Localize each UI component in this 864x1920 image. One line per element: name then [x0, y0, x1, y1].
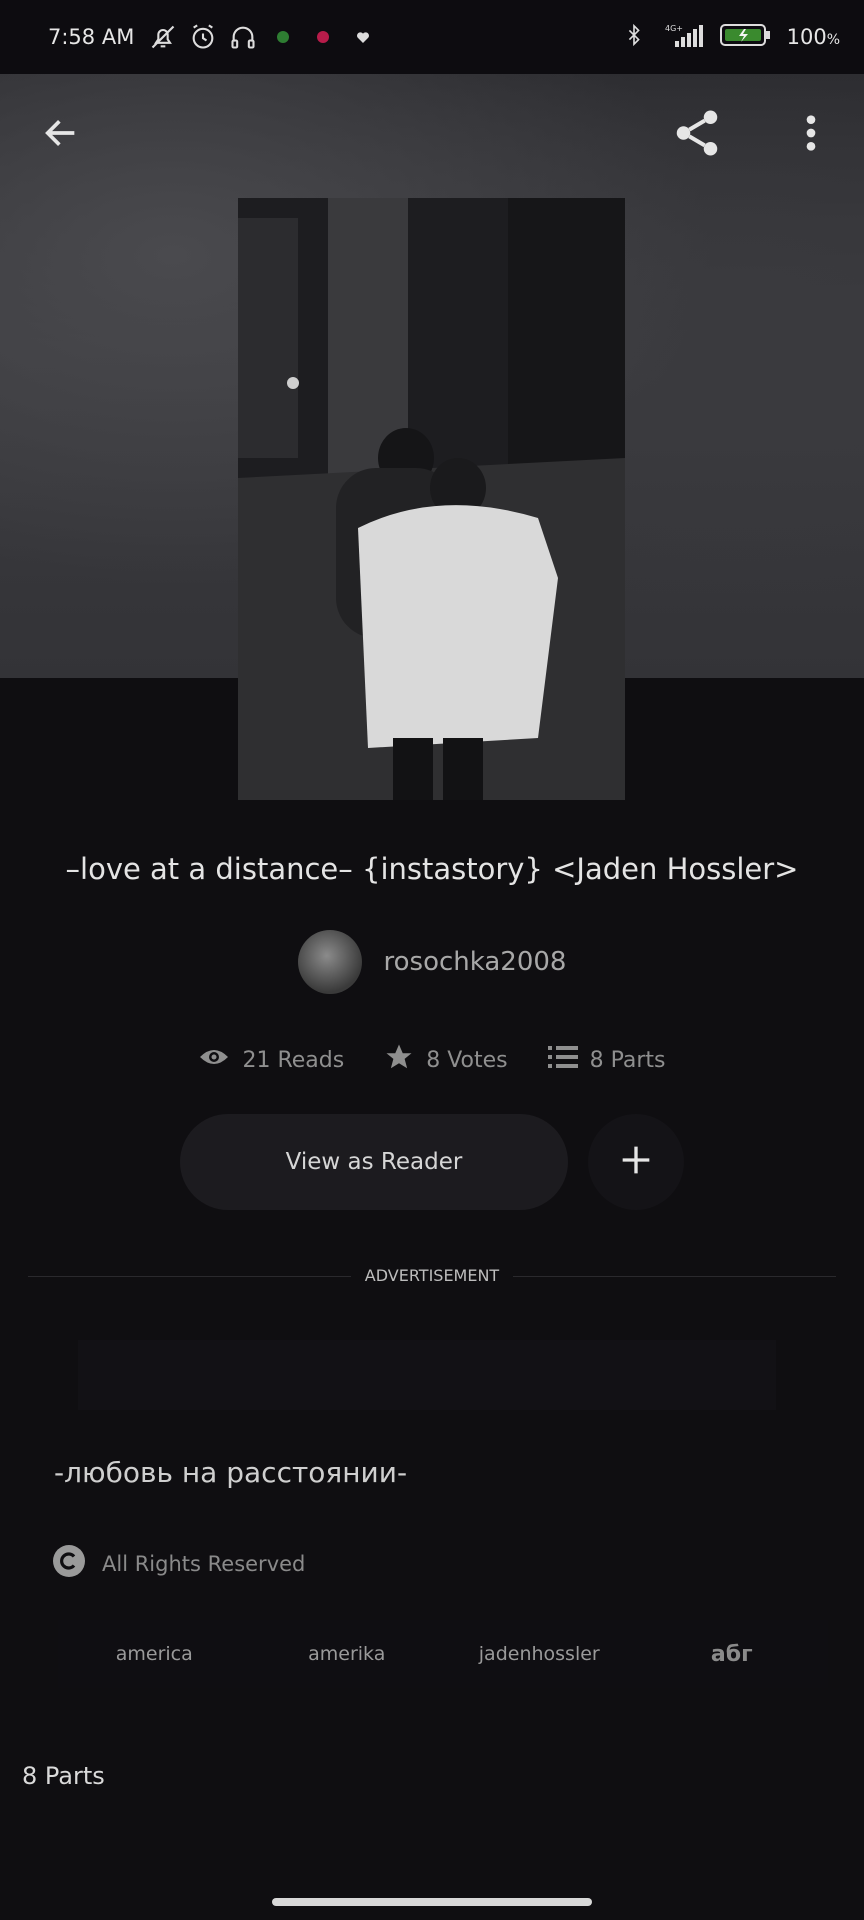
status-bar: 7:58 AM 4G+ 100% [0, 0, 864, 74]
view-as-reader-label: View as Reader [285, 1149, 463, 1175]
plus-icon [616, 1140, 656, 1184]
tag-chip[interactable]: america [58, 1620, 251, 1688]
votes-stat: 8 Votes [384, 1042, 508, 1078]
tag-chip[interactable]: amerika [250, 1620, 443, 1688]
tag-chip[interactable]: абг [635, 1620, 828, 1688]
battery-percent: 100% [787, 25, 840, 49]
bluetooth-icon [623, 21, 645, 54]
parts-stat: 8 Parts [547, 1044, 666, 1076]
story-cover-image[interactable] [238, 198, 625, 800]
signal-icon: 4G+ [659, 21, 705, 54]
license-label: All Rights Reserved [102, 1551, 306, 1576]
home-indicator[interactable] [272, 1898, 592, 1906]
ad-label-text: ADVERTISEMENT [350, 1266, 514, 1285]
story-title: –love at a distance– {instastory} <Jaden… [65, 852, 799, 886]
star-icon [384, 1042, 414, 1078]
share-button[interactable] [662, 100, 732, 170]
ad-label: ADVERTISEMENT [0, 1266, 864, 1285]
add-to-library-button[interactable] [588, 1114, 684, 1210]
app-notification-icon [308, 22, 338, 52]
arrow-left-icon [41, 113, 81, 157]
app-notification-icon [268, 22, 298, 52]
bell-off-icon [148, 22, 178, 52]
heart-icon [348, 22, 378, 52]
story-description: -любовь на расстоянии- [54, 1456, 408, 1489]
more-options-button[interactable] [776, 100, 846, 170]
author-name[interactable]: rosochka2008 [384, 947, 567, 977]
share-icon [670, 106, 724, 164]
reads-count: 21 Reads [242, 1047, 345, 1073]
parts-count: 8 Parts [589, 1047, 666, 1073]
tag-chip[interactable]: jadenhossler [443, 1620, 636, 1688]
reads-stat: 21 Reads [198, 1045, 344, 1075]
view-as-reader-button[interactable]: View as Reader [180, 1114, 568, 1210]
status-time: 7:58 AM [48, 25, 135, 49]
battery-percent-value: 100 [786, 25, 827, 49]
votes-count: 8 Votes [426, 1047, 508, 1073]
tag-list: america amerika jadenhossler абг [58, 1620, 828, 1688]
more-vertical-icon [803, 113, 819, 157]
network-type: 4G+ [665, 24, 683, 33]
battery-icon [719, 21, 773, 54]
story-stats: 21 Reads 8 Votes 8 Parts [0, 1042, 864, 1078]
headphones-icon [228, 22, 258, 52]
list-icon [547, 1044, 578, 1076]
copyright-icon [52, 1544, 86, 1583]
ad-placeholder[interactable] [78, 1340, 776, 1410]
back-button[interactable] [26, 100, 96, 170]
battery-percent-sign: % [826, 32, 840, 48]
alarm-icon [188, 22, 218, 52]
author-avatar[interactable] [297, 930, 362, 994]
parts-heading: 8 Parts [22, 1762, 105, 1790]
author-row[interactable]: rosochka2008 [0, 930, 864, 994]
copyright-row: All Rights Reserved [52, 1544, 305, 1583]
eye-icon [198, 1045, 230, 1075]
